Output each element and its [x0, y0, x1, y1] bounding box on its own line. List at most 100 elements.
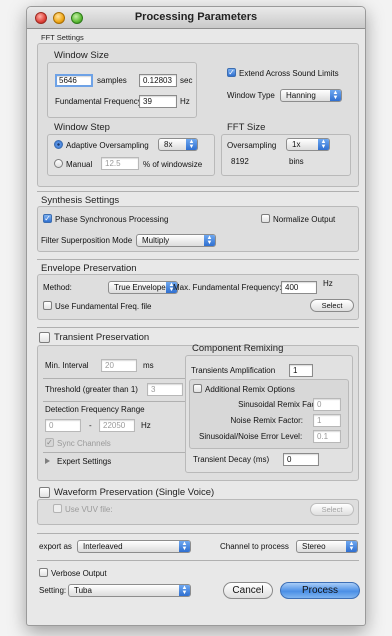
- normalize-output-label: Normalize Output: [273, 215, 336, 224]
- sync-channels-label: Sync Channels: [57, 439, 111, 448]
- window-type-value: Hanning: [286, 91, 316, 100]
- window-size-samples-input[interactable]: 5646: [55, 74, 93, 87]
- cancel-button[interactable]: Cancel: [223, 582, 273, 599]
- fundamental-frequency-input[interactable]: 39: [139, 95, 177, 108]
- sinusoidal-noise-error-input[interactable]: 0.1: [313, 430, 341, 443]
- samples-label: samples: [97, 76, 127, 85]
- export-as-popup[interactable]: Interleaved ▲ ▼: [77, 540, 191, 553]
- adaptive-oversampling-popup[interactable]: 8x ▲ ▼: [158, 138, 198, 151]
- use-vuv-file-checkbox[interactable]: [53, 504, 62, 513]
- sync-channels-checkbox[interactable]: ✓: [45, 438, 54, 447]
- sinusoidal-noise-error-label: Sinusoidal/Noise Error Level:: [199, 432, 303, 441]
- threshold-input[interactable]: 3: [147, 383, 183, 396]
- min-interval-label: Min. Interval: [45, 361, 89, 370]
- popup-arrows-icon: ▲ ▼: [330, 90, 341, 101]
- process-button[interactable]: Process: [280, 582, 360, 599]
- window-title: Processing Parameters: [134, 11, 258, 23]
- transient-divider: [43, 401, 193, 402]
- fft-bins-label: bins: [289, 157, 304, 166]
- verbose-output-checkbox[interactable]: [39, 568, 48, 577]
- fft-settings-title: FFT Settings: [41, 33, 84, 42]
- extend-across-sound-limits-checkbox[interactable]: ✓: [227, 68, 236, 77]
- waveform-preservation-title: Waveform Preservation (Single Voice): [54, 487, 215, 498]
- detection-frequency-range-label: Detection Frequency Range: [45, 405, 145, 414]
- use-vuv-file-label: Use VUV file:: [65, 505, 113, 514]
- manual-step-radio[interactable]: [54, 159, 63, 168]
- window-size-seconds-input[interactable]: 0.12803: [139, 74, 177, 87]
- use-fundamental-file-checkbox[interactable]: [43, 301, 52, 310]
- fft-oversampling-popup[interactable]: 1x ▲ ▼: [286, 138, 330, 151]
- expert-settings-disclosure-icon[interactable]: [45, 458, 50, 464]
- noise-remix-factor-input[interactable]: 1: [313, 414, 341, 427]
- channel-to-process-popup[interactable]: Stereo ▲ ▼: [296, 540, 358, 553]
- fundamental-frequency-hz-label: Hz: [180, 97, 190, 106]
- window-type-popup[interactable]: Hanning ▲ ▼: [280, 89, 342, 102]
- detection-range-high-input[interactable]: 22050: [99, 419, 135, 432]
- phase-synchronous-label: Phase Synchronous Processing: [55, 215, 169, 224]
- window-size-title: Window Size: [54, 50, 109, 61]
- extend-across-sound-limits-label: Extend Across Sound Limits: [239, 69, 339, 78]
- transients-amplification-input[interactable]: 1: [289, 364, 313, 377]
- max-fundamental-frequency-label: Max. Fundamental Frequency:: [173, 283, 282, 292]
- detection-range-low-input[interactable]: 0: [45, 419, 81, 432]
- sec-label: sec: [180, 76, 193, 85]
- manual-step-label: Manual: [66, 160, 93, 169]
- detection-range-dash: -: [89, 421, 92, 430]
- sinusoidal-remix-factor-input[interactable]: 0: [313, 398, 341, 411]
- synthesis-settings-title: Synthesis Settings: [41, 195, 120, 206]
- setting-preset-popup[interactable]: Tuba ▲ ▼: [68, 584, 191, 597]
- max-frequency-hz-label: Hz: [323, 279, 333, 288]
- popup-arrows-icon: ▲ ▼: [186, 139, 197, 150]
- setting-preset-value: Tuba: [74, 586, 92, 595]
- normalize-output-checkbox[interactable]: [261, 214, 270, 223]
- envelope-preservation-title: Envelope Preservation: [41, 263, 137, 274]
- transient-preservation-title: Transient Preservation: [54, 332, 150, 343]
- filter-superposition-popup[interactable]: Multiply ▲ ▼: [136, 234, 216, 247]
- expert-settings-label: Expert Settings: [57, 457, 112, 466]
- threshold-label: Threshold (greater than 1): [45, 385, 138, 394]
- window-step-title: Window Step: [54, 122, 110, 133]
- channel-to-process-value: Stereo: [302, 542, 326, 551]
- transient-divider: [43, 378, 193, 379]
- channel-to-process-label: Channel to process: [220, 542, 289, 551]
- processing-parameters-window: Processing Parameters FFT Settings Windo…: [26, 6, 366, 626]
- transients-amplification-label: Transients Amplification: [191, 366, 276, 375]
- fft-size-title: FFT Size: [227, 122, 266, 133]
- window-size-group: [47, 62, 197, 118]
- popup-arrows-icon: ▲ ▼: [179, 585, 190, 596]
- fft-oversampling-value: 1x: [292, 140, 301, 149]
- title-bar: Processing Parameters: [27, 7, 365, 29]
- phase-synchronous-checkbox[interactable]: ✓: [43, 214, 52, 223]
- additional-remix-options-checkbox[interactable]: [193, 384, 202, 393]
- transient-preservation-checkbox[interactable]: [39, 332, 50, 343]
- fundamental-frequency-label: Fundamental Frequency: [55, 97, 142, 106]
- adaptive-oversampling-value: 8x: [164, 140, 173, 149]
- verbose-output-label: Verbose Output: [51, 569, 107, 578]
- popup-arrows-icon: ▲ ▼: [204, 235, 215, 246]
- use-fundamental-file-label: Use Fundamental Freq. file: [55, 302, 152, 311]
- section-divider: [37, 259, 359, 260]
- transient-decay-label: Transient Decay (ms): [193, 455, 270, 464]
- noise-remix-factor-label: Noise Remix Factor:: [230, 416, 303, 425]
- manual-step-input[interactable]: 12.5: [101, 157, 139, 170]
- transient-decay-input[interactable]: 0: [283, 453, 319, 466]
- window-type-label: Window Type: [227, 91, 275, 100]
- detection-range-hz-label: Hz: [141, 421, 151, 430]
- min-interval-input[interactable]: 20: [101, 359, 137, 372]
- envelope-select-file-button[interactable]: Select: [310, 299, 354, 312]
- export-as-value: Interleaved: [83, 542, 123, 551]
- export-as-label: export as: [39, 542, 72, 551]
- max-fundamental-frequency-input[interactable]: 400: [281, 281, 317, 294]
- component-remixing-title: Component Remixing: [192, 343, 284, 354]
- sinusoidal-remix-factor-label: Sinusoidal Remix Factor:: [238, 400, 327, 409]
- min-interval-ms-label: ms: [143, 361, 154, 370]
- fft-oversampling-label: Oversampling: [227, 141, 277, 150]
- section-divider: [37, 560, 359, 561]
- filter-superposition-label: Filter Superposition Mode: [41, 236, 133, 245]
- transient-divider: [43, 452, 193, 453]
- vuv-select-file-button[interactable]: Select: [310, 503, 354, 516]
- envelope-method-popup[interactable]: True Envelope ▲ ▼: [108, 281, 178, 294]
- additional-remix-options-label: Additional Remix Options: [205, 385, 295, 394]
- waveform-preservation-checkbox[interactable]: [39, 487, 50, 498]
- adaptive-oversampling-radio[interactable]: [54, 140, 63, 149]
